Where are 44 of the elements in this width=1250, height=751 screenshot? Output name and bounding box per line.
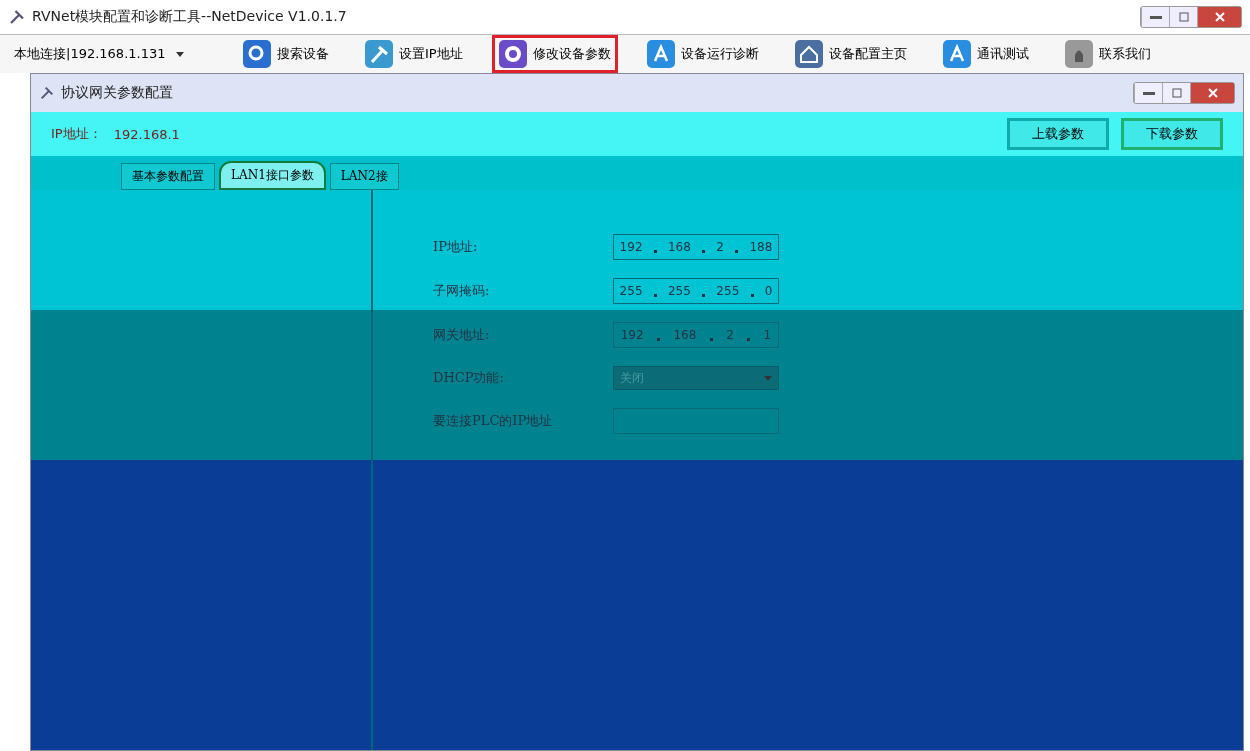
- ip-value: 192.168.1: [113, 126, 181, 142]
- ip-input-field[interactable]: [613, 408, 779, 434]
- minimize-button[interactable]: [1141, 7, 1169, 27]
- field-label: 网关地址:: [433, 326, 491, 344]
- field-label: IP地址:: [433, 238, 479, 256]
- ip-input-field[interactable]: 192 168 2 188: [613, 234, 779, 260]
- field-label: 子网掩码:: [433, 282, 491, 300]
- caret-icon: [764, 375, 772, 381]
- toolbar-button[interactable]: 设备配置主页: [787, 35, 914, 73]
- close-icon: [1207, 88, 1218, 98]
- toolbar-button[interactable]: 联系我们: [1057, 35, 1158, 73]
- minimize-icon: [1142, 91, 1155, 95]
- tools-icon: [39, 85, 55, 101]
- ip-label: IP地址：: [51, 125, 102, 143]
- close-icon: [1214, 12, 1225, 22]
- maximize-icon: [1178, 12, 1189, 22]
- window-title: RVNet模块配置和诊断工具--NetDevice V1.0.1.7: [32, 8, 348, 26]
- toolbar-button[interactable]: 搜索设备: [236, 35, 336, 73]
- tab[interactable]: 基本参数配置: [121, 163, 215, 190]
- close-button[interactable]: [1190, 83, 1234, 103]
- caret-icon: [175, 51, 184, 57]
- toolbar-button[interactable]: 设置IP地址: [358, 35, 470, 73]
- connection-dropdown[interactable]: 本地连接|192.168.1.131: [14, 45, 214, 63]
- home-icon: [794, 40, 823, 68]
- tab[interactable]: LAN2接: [329, 163, 399, 190]
- field-label: 要连接PLC的IP地址: [433, 412, 554, 430]
- hammer-icon: [365, 40, 393, 68]
- minimize-button[interactable]: [1134, 83, 1162, 103]
- field-label: DHCP功能:: [433, 369, 505, 387]
- tab[interactable]: LAN1接口参数: [219, 161, 326, 190]
- action-button[interactable]: 上载参数: [1007, 118, 1109, 150]
- maximize-icon: [1171, 88, 1182, 98]
- toolbar-button[interactable]: 通讯测试: [935, 35, 1036, 73]
- appstore-icon: [646, 40, 675, 68]
- minimize-icon: [1149, 15, 1162, 19]
- dialog-title: 协议网关参数配置: [61, 84, 174, 102]
- tools-icon: [8, 8, 26, 26]
- toolbar-button[interactable]: 设备运行诊断: [639, 35, 766, 73]
- search-icon: [243, 40, 271, 68]
- action-button[interactable]: 下载参数: [1121, 118, 1223, 150]
- close-button[interactable]: [1197, 7, 1241, 27]
- ip-input-field[interactable]: 255 255 255 0: [613, 278, 779, 304]
- appstore-icon: [942, 40, 971, 68]
- person-icon: [1064, 40, 1093, 68]
